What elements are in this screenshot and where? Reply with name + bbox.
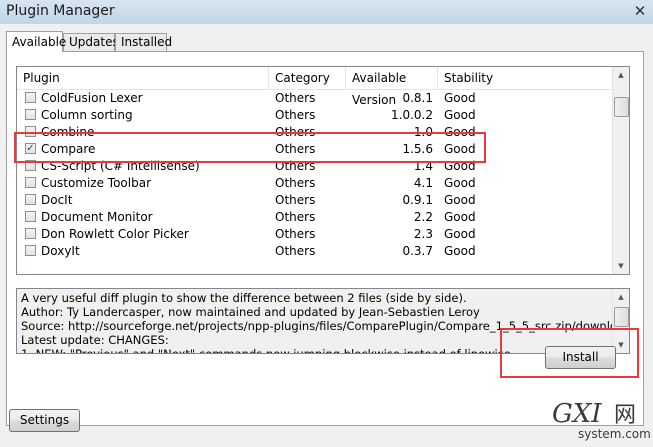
- table-row[interactable]: CS-Script (C# Intellisense) Others 1.4 Good: [17, 158, 613, 175]
- scroll-down-icon[interactable]: ▼: [613, 258, 629, 274]
- plugin-name: DocIt: [41, 193, 73, 207]
- plugin-category: Others: [275, 244, 316, 258]
- plugin-name: Customize Toolbar: [41, 176, 152, 190]
- plugin-checkbox[interactable]: [25, 160, 36, 171]
- tab-updates[interactable]: Updates: [63, 33, 119, 51]
- description-scrollbar[interactable]: ▲ ▼: [612, 289, 629, 353]
- plugin-category: Others: [275, 210, 316, 224]
- list-scrollbar[interactable]: ▲ ▼: [612, 67, 629, 274]
- table-row[interactable]: ColdFusion Lexer Others 0.8.1 Good: [17, 90, 613, 107]
- column-header-category[interactable]: Category: [269, 67, 346, 89]
- table-row[interactable]: Customize Toolbar Others 4.1 Good: [17, 175, 613, 192]
- tab-available[interactable]: Available: [6, 31, 66, 52]
- scroll-up-icon[interactable]: ▲: [613, 67, 629, 83]
- scrollbar-thumb[interactable]: [614, 307, 629, 327]
- watermark-cn: 网: [614, 403, 636, 428]
- plugin-checkbox[interactable]: [25, 109, 36, 120]
- column-header-plugin[interactable]: Plugin: [17, 67, 269, 89]
- plugin-stability: Good: [444, 142, 476, 156]
- close-icon[interactable]: ✕: [630, 2, 650, 20]
- description-line: 1. NEW: "Previous" and "Next" commands n…: [21, 347, 515, 354]
- plugin-category: Others: [275, 227, 316, 241]
- plugin-version: 0.8.1: [402, 91, 433, 105]
- plugin-category: Others: [275, 193, 316, 207]
- install-button[interactable]: Install: [545, 346, 616, 369]
- table-row[interactable]: DoxyIt Others 0.3.7 Good: [17, 243, 613, 260]
- list-rows: ColdFusion Lexer Others 0.8.1 Good Column so…: [17, 90, 613, 260]
- plugin-checkbox[interactable]: [25, 245, 36, 256]
- table-row[interactable]: ✓ Compare Others 1.5.6 Good: [17, 141, 613, 158]
- plugin-stability: Good: [444, 244, 476, 258]
- plugin-category: Others: [275, 91, 316, 105]
- watermark-brand: GXI: [552, 399, 602, 429]
- plugin-checkbox[interactable]: [25, 126, 36, 137]
- plugin-stability: Good: [444, 108, 476, 122]
- plugin-stability: Good: [444, 125, 476, 139]
- description-line: Latest update: CHANGES:: [21, 333, 169, 347]
- plugin-stability: Good: [444, 193, 476, 207]
- plugin-version: 2.2: [413, 210, 433, 224]
- plugin-category: Others: [275, 142, 316, 156]
- plugin-stability: Good: [444, 159, 476, 173]
- scrollbar-thumb[interactable]: [614, 97, 629, 117]
- description-text: A very useful diff plugin to show the di…: [21, 291, 630, 354]
- description-line: Source: http://sourceforge.net/projects/…: [21, 319, 630, 333]
- plugin-category: Others: [275, 125, 316, 139]
- list-header: Plugin Category Available Version Stabil…: [17, 67, 613, 107]
- plugin-checkbox[interactable]: [25, 92, 36, 103]
- plugin-name: ColdFusion Lexer: [41, 91, 143, 105]
- plugin-category: Others: [275, 176, 316, 190]
- table-row[interactable]: DocIt Others 0.9.1 Good: [17, 192, 613, 209]
- plugin-version: 1.0: [413, 125, 433, 139]
- plugin-category: Others: [275, 108, 316, 122]
- plugin-stability: Good: [444, 210, 476, 224]
- plugin-name: CS-Script (C# Intellisense): [41, 159, 200, 173]
- plugin-checkbox[interactable]: [25, 211, 36, 222]
- table-row[interactable]: Column sorting Others 1.0.0.2 Good: [17, 107, 613, 124]
- plugin-version: 1.0.0.2: [391, 108, 433, 122]
- scroll-up-icon[interactable]: ▲: [613, 289, 629, 305]
- plugin-version: 0.3.7: [402, 244, 433, 258]
- plugin-list[interactable]: Plugin Category Available Version Stabil…: [16, 66, 630, 275]
- plugin-checkbox[interactable]: [25, 194, 36, 205]
- settings-button[interactable]: Settings: [9, 409, 80, 432]
- plugin-version: 1.5.6: [402, 142, 433, 156]
- column-header-stability[interactable]: Stability: [438, 67, 613, 89]
- table-row[interactable]: Don Rowlett Color Picker Others 2.3 Good: [17, 226, 613, 243]
- plugin-version: 4.1: [413, 176, 433, 190]
- watermark-site: system.com: [578, 427, 651, 441]
- plugin-version: 0.9.1: [402, 193, 433, 207]
- plugin-name: Document Monitor: [41, 210, 153, 224]
- plugin-stability: Good: [444, 176, 476, 190]
- table-row[interactable]: Combine Others 1.0 Good: [17, 124, 613, 141]
- window-client: Available Updates Installed Plugin Categ…: [0, 24, 653, 447]
- plugin-stability: Good: [444, 227, 476, 241]
- plugin-stability: Good: [444, 91, 476, 105]
- checkmark-icon: ✓: [26, 143, 35, 154]
- plugin-version: 1.4: [413, 159, 433, 173]
- table-row[interactable]: Document Monitor Others 2.2 Good: [17, 209, 613, 226]
- plugin-name: DoxyIt: [41, 244, 80, 258]
- watermark-logo: GXI 网 system.com: [548, 392, 652, 444]
- column-header-version[interactable]: Available Version: [346, 67, 438, 107]
- plugin-name: Compare: [41, 142, 96, 156]
- plugin-description[interactable]: A very useful diff plugin to show the di…: [16, 288, 630, 354]
- description-line: A very useful diff plugin to show the di…: [21, 291, 467, 305]
- plugin-checkbox[interactable]: [25, 228, 36, 239]
- plugin-name: Column sorting: [41, 108, 133, 122]
- window-title: Plugin Manager: [6, 3, 115, 19]
- tab-installed[interactable]: Installed: [115, 33, 172, 51]
- title-bar: Plugin Manager ✕: [0, 0, 653, 24]
- plugin-version: 2.3: [413, 227, 433, 241]
- plugin-category: Others: [275, 159, 316, 173]
- plugin-checkbox[interactable]: [25, 177, 36, 188]
- watermark-graphic: GXI 网 system.com: [552, 399, 651, 441]
- description-line: Author: Ty Landercasper, now maintained …: [21, 305, 480, 319]
- plugin-name: Combine: [41, 125, 95, 139]
- plugin-checkbox[interactable]: ✓: [25, 143, 36, 154]
- plugin-name: Don Rowlett Color Picker: [41, 227, 189, 241]
